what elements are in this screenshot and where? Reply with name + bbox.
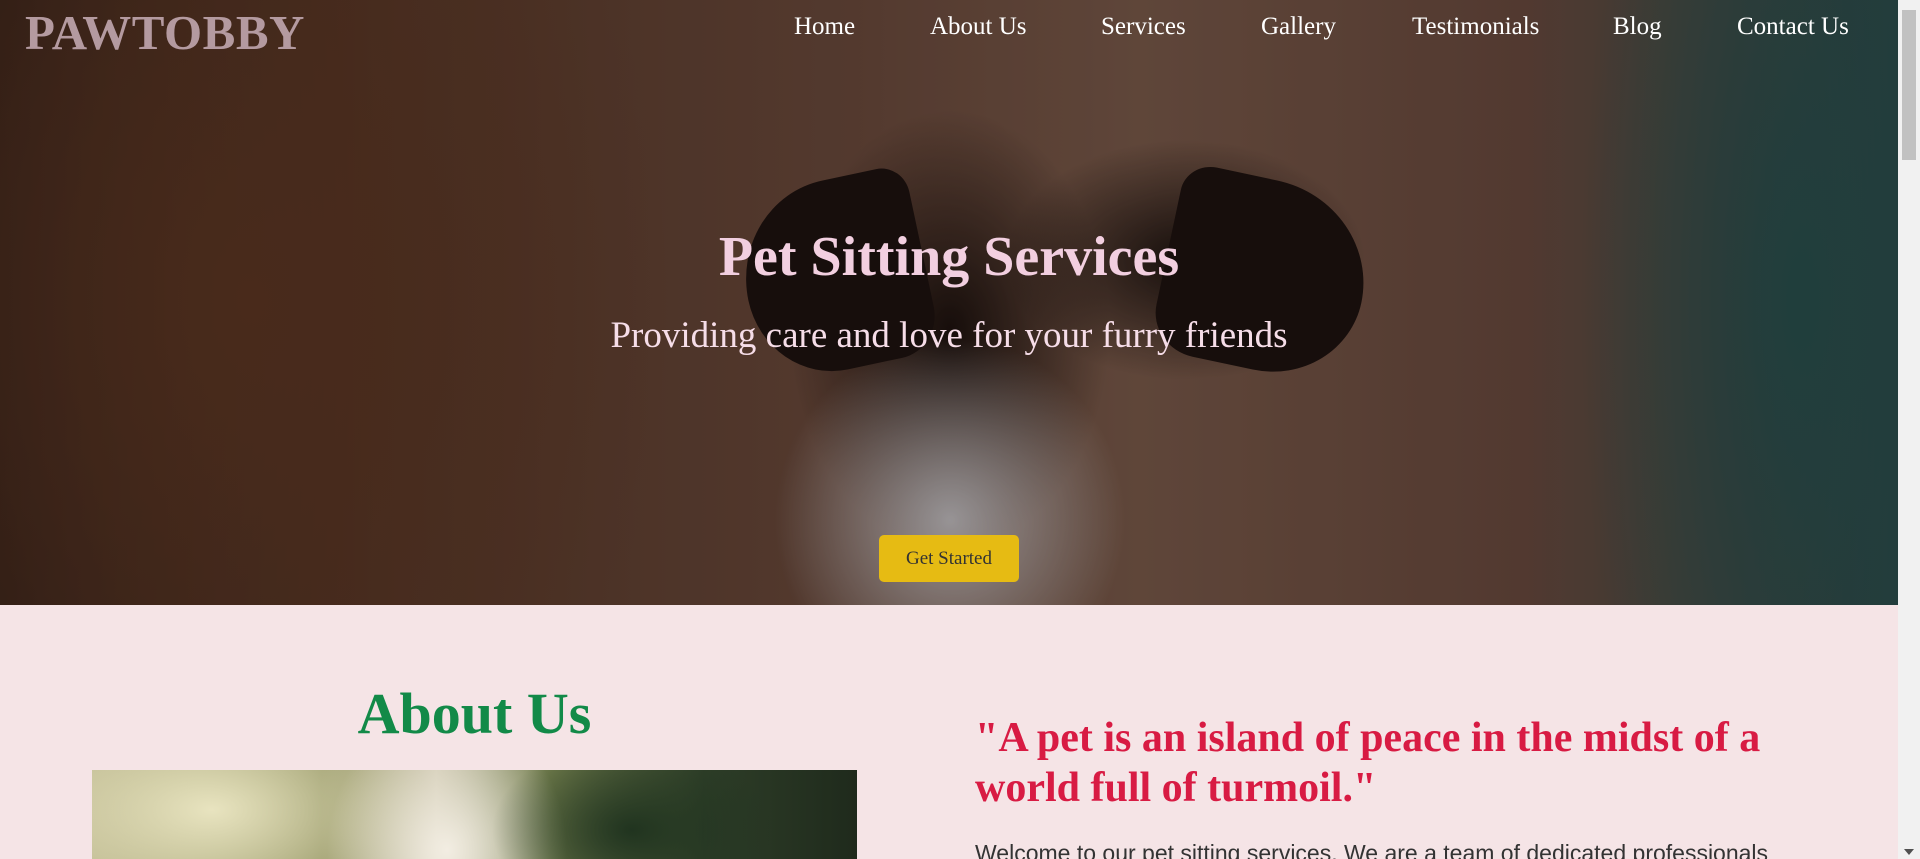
hero-section: PAWTOBBY Home About Us Services Gallery …: [0, 0, 1898, 605]
hero-title: Pet Sitting Services: [718, 226, 1180, 288]
nav-link-about-us[interactable]: About Us: [930, 13, 1027, 41]
site-logo[interactable]: PAWTOBBY: [25, 4, 305, 61]
nav-link-blog[interactable]: Blog: [1613, 13, 1662, 41]
chevron-down-icon[interactable]: [1904, 849, 1914, 855]
about-quote: "A pet is an island of peace in the mids…: [975, 715, 1761, 811]
scrollbar-thumb[interactable]: [1902, 10, 1916, 160]
hero-overlay: [0, 0, 1898, 605]
hero-subtitle: Providing care and love for your furry f…: [610, 315, 1288, 356]
nav-link-services[interactable]: Services: [1101, 13, 1186, 41]
nav-link-gallery[interactable]: Gallery: [1261, 13, 1336, 41]
page-scrollbar[interactable]: [1898, 0, 1920, 859]
about-photo: [92, 770, 857, 859]
nav-link-contact-us[interactable]: Contact Us: [1737, 13, 1849, 41]
about-intro-text: Welcome to our pet sitting services. We …: [975, 840, 1769, 859]
nav-link-testimonials[interactable]: Testimonials: [1412, 13, 1539, 41]
about-heading: About Us: [357, 681, 592, 746]
get-started-button[interactable]: Get Started: [879, 535, 1019, 582]
nav-link-home[interactable]: Home: [794, 13, 855, 41]
